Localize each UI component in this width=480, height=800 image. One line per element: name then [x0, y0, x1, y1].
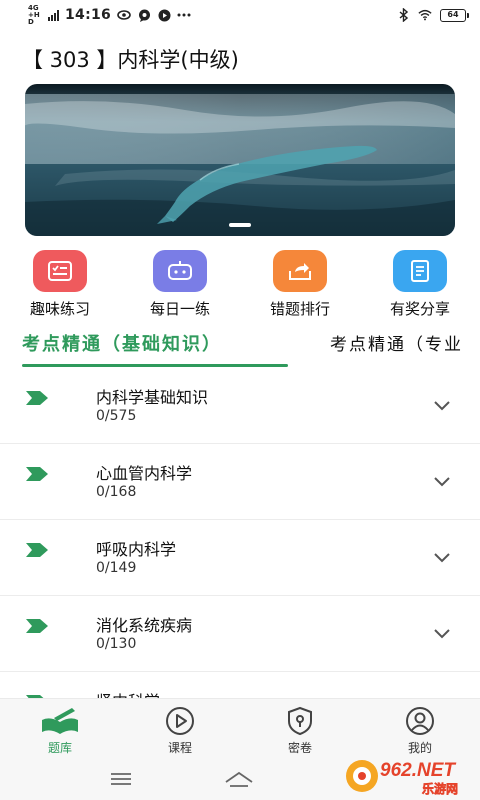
quick-nav-wrong-ranking[interactable]: 错题排行 — [252, 250, 348, 319]
menu-icon[interactable] — [106, 766, 136, 792]
status-time: 14:16 — [65, 7, 112, 23]
quiz-icon — [33, 250, 87, 292]
page-title: 【 303 】内科学(中级) — [22, 48, 239, 72]
bluetooth-icon — [396, 8, 410, 22]
quick-nav-label: 有奖分享 — [389, 300, 450, 318]
signal-icon — [48, 9, 59, 21]
list-item[interactable]: 内科学基础知识 0/575 — [0, 368, 480, 444]
watermark-brand: 962.NET — [380, 760, 456, 781]
watermark-sub: 乐游网 — [422, 781, 458, 796]
home-icon[interactable] — [224, 766, 254, 792]
chapter-list: 内科学基础知识 0/575 心血管内科学 0/168 呼吸内科学 0/149 消… — [0, 368, 480, 698]
share-tray-icon — [273, 250, 327, 292]
nav-profile[interactable]: 我的 — [380, 705, 460, 756]
nav-courses[interactable]: 课程 — [140, 705, 220, 756]
battery-indicator: 64 — [440, 8, 469, 22]
robot-icon — [153, 250, 207, 292]
more-dots-icon — [177, 8, 191, 22]
list-item[interactable]: 肾内科学 — [0, 672, 480, 698]
play-icon — [157, 8, 171, 22]
active-tab-indicator — [22, 364, 288, 367]
nav-label: 课程 — [167, 741, 192, 755]
play-circle-icon — [140, 705, 220, 737]
chapter-title: 内科学基础知识 — [96, 388, 209, 407]
notebook-icon — [393, 250, 447, 292]
quick-nav-reward-share[interactable]: 有奖分享 — [372, 250, 468, 319]
message-icon — [137, 8, 151, 22]
list-item[interactable]: 心血管内科学 0/168 — [0, 444, 480, 520]
category-tabs: 考点精通（基础知识） 考点精通（专业 — [0, 322, 480, 368]
chapter-title: 肾内科学 — [96, 688, 160, 698]
user-icon — [380, 705, 460, 737]
wifi-icon — [418, 8, 432, 22]
tab-basic-knowledge[interactable]: 考点精通（基础知识） — [22, 330, 222, 356]
chevron-down-icon[interactable] — [434, 472, 450, 491]
chapter-progress: 0/149 — [96, 560, 137, 576]
quick-nav-label: 每日一练 — [149, 300, 210, 318]
quick-nav: 趣味练习 每日一练 错题排行 有奖分享 — [0, 250, 480, 320]
tab-professional[interactable]: 考点精通（专业 — [330, 330, 463, 355]
network-label: 4G+HD — [28, 3, 40, 26]
chevron-down-icon[interactable] — [434, 548, 450, 567]
quick-nav-label: 趣味练习 — [29, 300, 90, 318]
nav-label: 题库 — [47, 741, 72, 755]
chapter-title: 消化系统疾病 — [96, 616, 193, 635]
chevron-down-icon[interactable] — [434, 624, 450, 643]
nav-question-bank[interactable]: 题库 — [20, 705, 100, 756]
carousel-indicator — [229, 223, 251, 227]
flag-icon — [26, 466, 48, 485]
nav-secret-papers[interactable]: 密卷 — [260, 705, 340, 756]
book-pen-icon — [20, 705, 100, 737]
flag-icon — [26, 390, 48, 409]
watermark-logo: 962.NET 乐游网 — [342, 752, 480, 798]
chevron-down-icon[interactable] — [434, 396, 450, 415]
quick-nav-fun-practice[interactable]: 趣味练习 — [12, 250, 108, 319]
flag-icon — [26, 542, 48, 561]
flag-icon — [26, 618, 48, 637]
quick-nav-label: 错题排行 — [269, 300, 330, 318]
bottom-nav: 题库 课程 密卷 我的 — [0, 698, 480, 758]
status-bar: 4G+HD 14:16 64 — [0, 0, 480, 30]
banner-carousel[interactable] — [25, 84, 455, 236]
chapter-progress: 0/575 — [96, 408, 137, 424]
chapter-progress: 0/130 — [96, 636, 137, 652]
chapter-progress: 0/168 — [96, 484, 137, 500]
chapter-title: 心血管内科学 — [96, 464, 193, 483]
nav-label: 密卷 — [287, 741, 312, 755]
chapter-title: 呼吸内科学 — [96, 540, 177, 559]
banner-whale-image — [25, 84, 455, 236]
list-item[interactable]: 消化系统疾病 0/130 — [0, 596, 480, 672]
lock-shield-icon — [260, 705, 340, 737]
list-item[interactable]: 呼吸内科学 0/149 — [0, 520, 480, 596]
eye-icon — [117, 8, 131, 22]
quick-nav-daily-practice[interactable]: 每日一练 — [132, 250, 228, 319]
